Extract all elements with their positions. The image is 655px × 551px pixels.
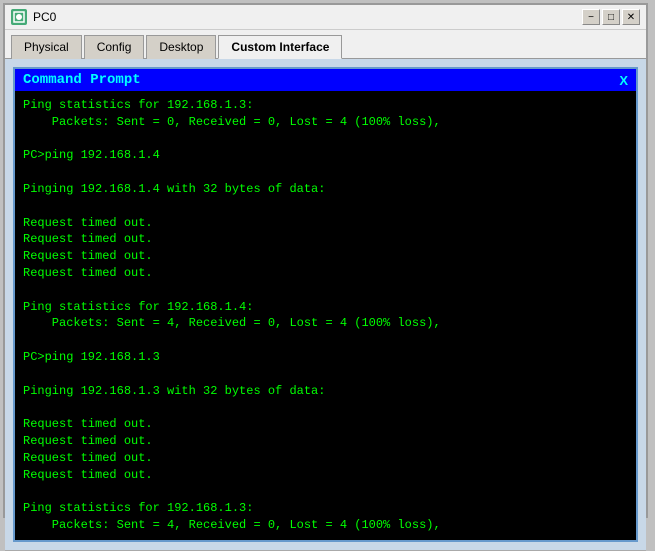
terminal-body[interactable]: Ping statistics for 192.168.1.3: Packets… (15, 91, 636, 540)
window-icon (11, 9, 27, 25)
tab-custom-interface[interactable]: Custom Interface (218, 35, 342, 59)
terminal-window: Command Prompt X Ping statistics for 192… (13, 67, 638, 542)
tab-bar: Physical Config Desktop Custom Interface (5, 30, 646, 59)
tab-physical[interactable]: Physical (11, 35, 82, 59)
terminal-close-button[interactable]: X (619, 73, 628, 88)
window-controls: − □ ✕ (582, 9, 640, 25)
tab-desktop[interactable]: Desktop (146, 35, 216, 59)
title-bar: PC0 − □ ✕ (5, 5, 646, 30)
terminal-header: Command Prompt X (15, 69, 636, 91)
tab-config[interactable]: Config (84, 35, 145, 59)
maximize-button[interactable]: □ (602, 9, 620, 25)
close-button[interactable]: ✕ (622, 9, 640, 25)
terminal-title: Command Prompt (23, 72, 141, 88)
main-window: PC0 − □ ✕ Physical Config Desktop Custom… (3, 3, 648, 518)
minimize-button[interactable]: − (582, 9, 600, 25)
window-title: PC0 (33, 10, 576, 24)
content-area: Command Prompt X Ping statistics for 192… (5, 59, 646, 550)
